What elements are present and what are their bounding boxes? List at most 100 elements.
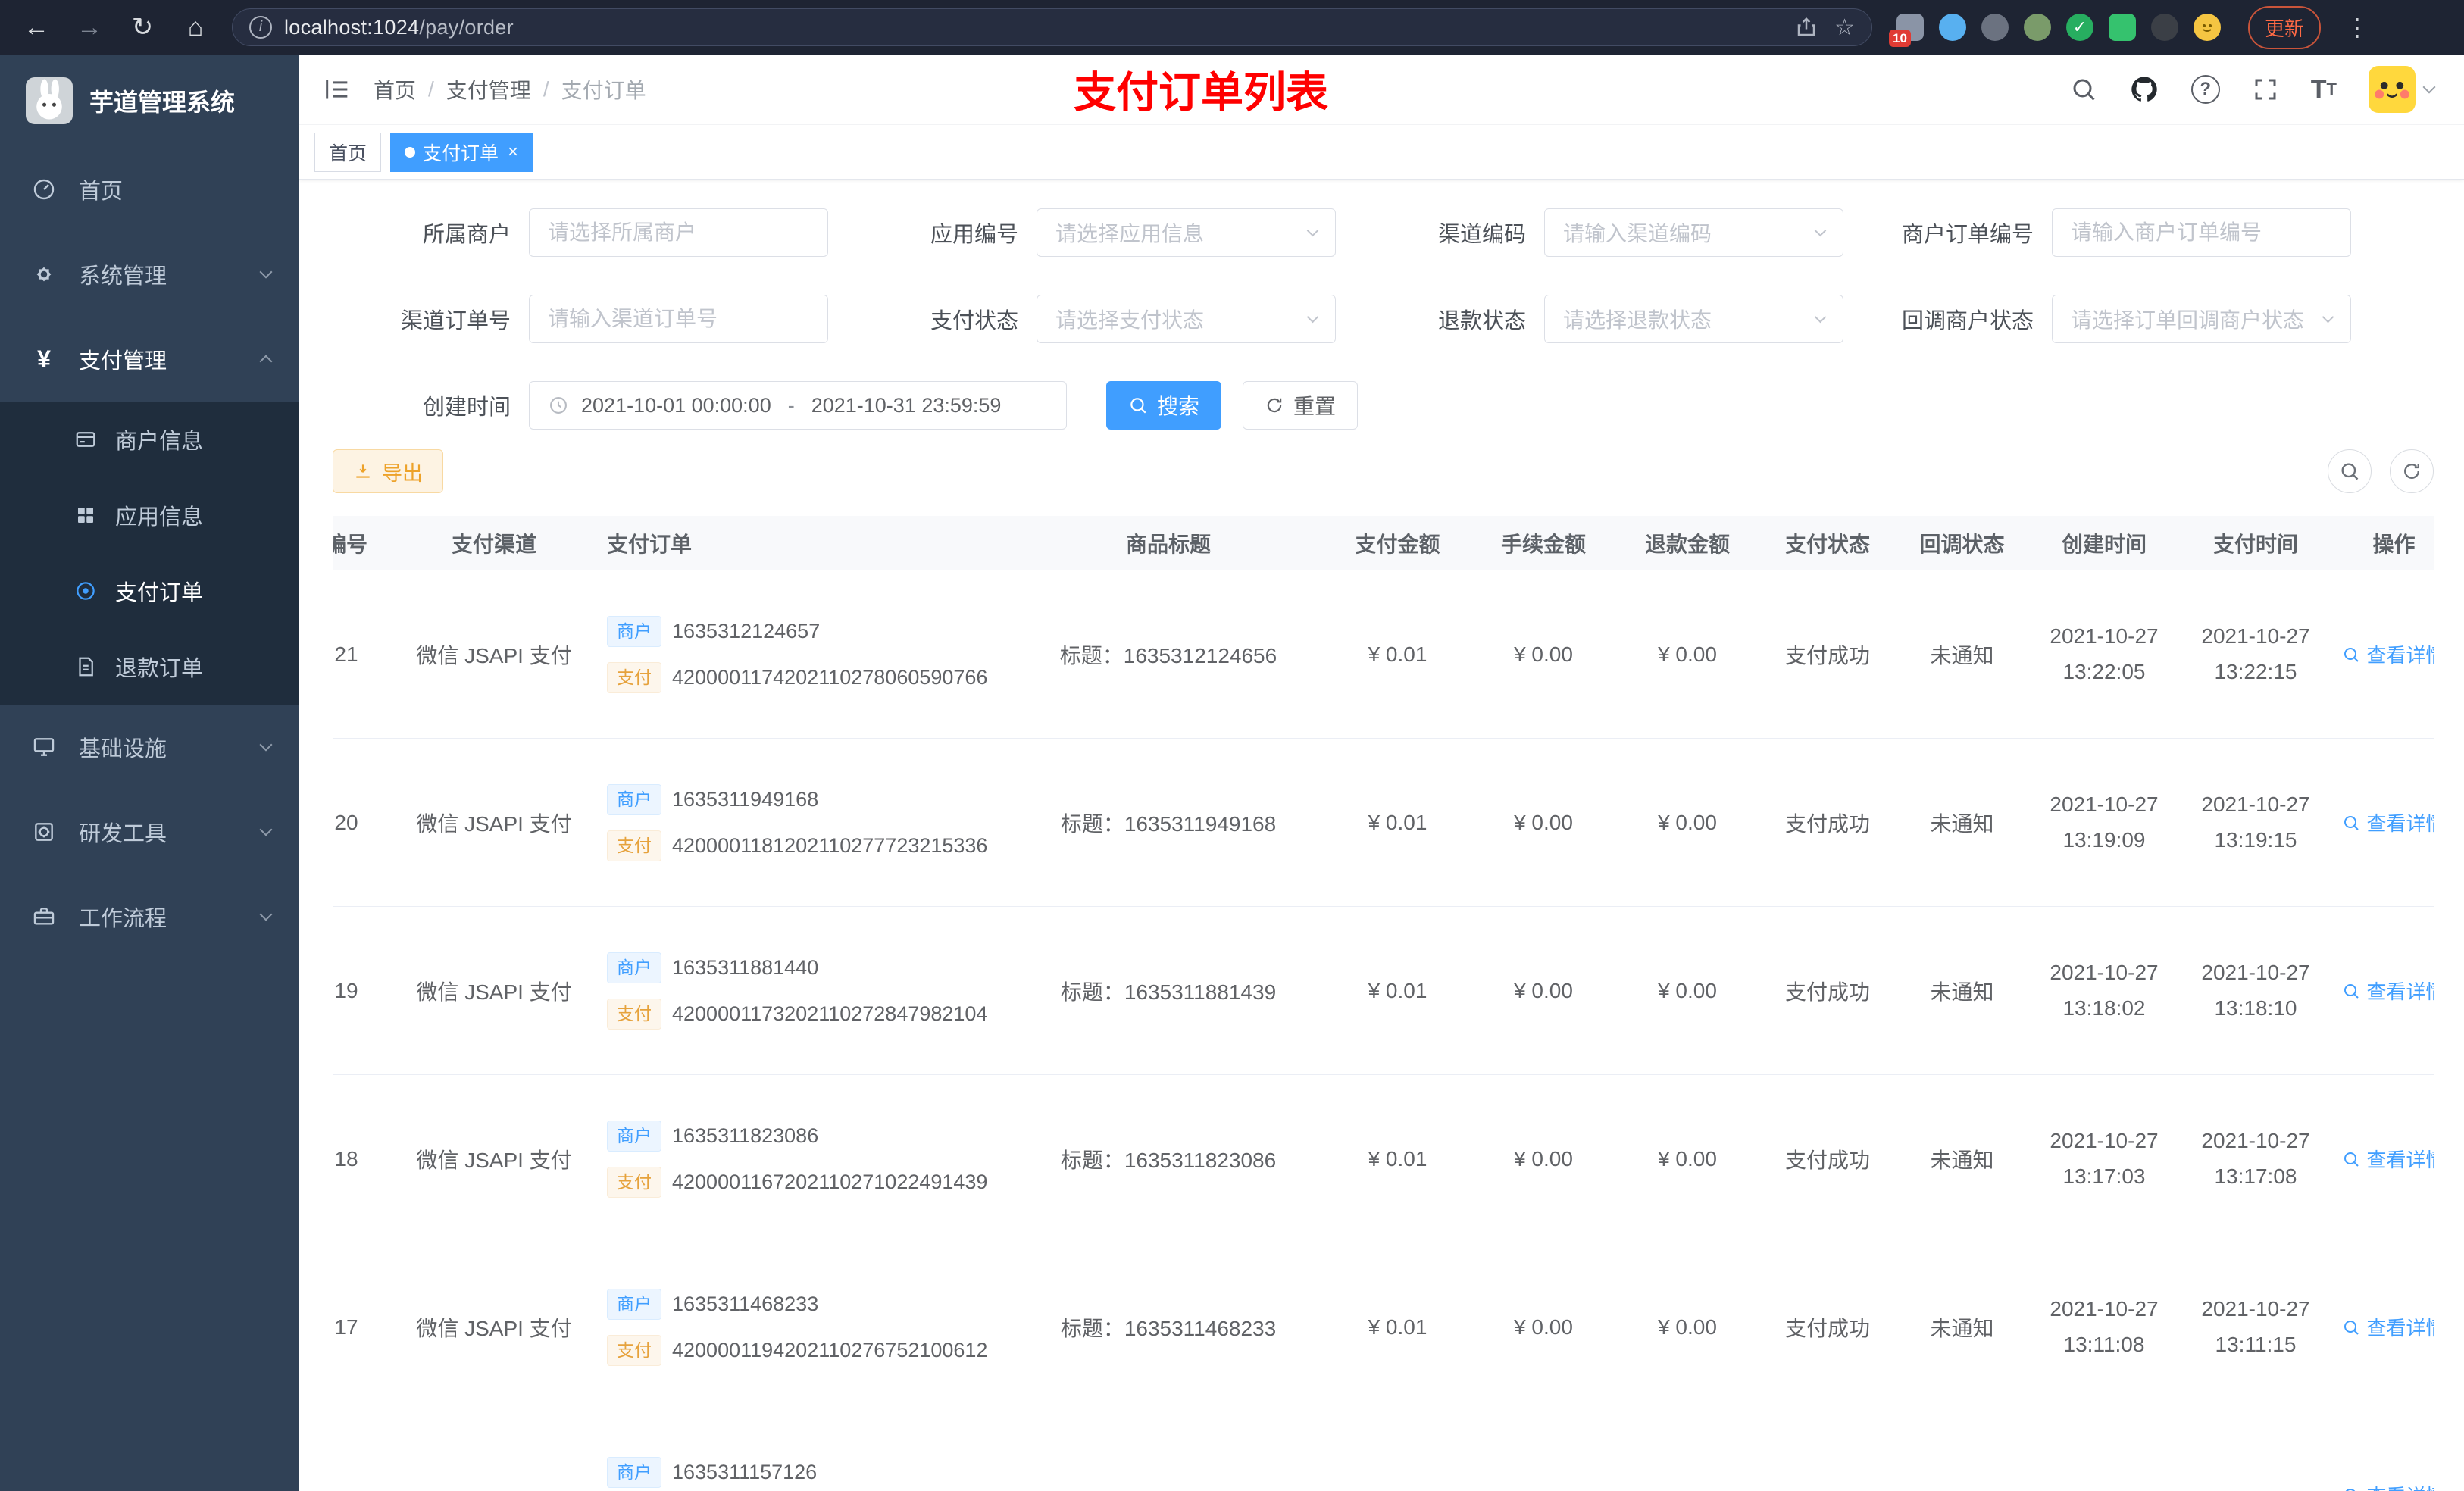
cell-status: 支付成功 bbox=[1784, 1316, 1870, 1340]
reset-button[interactable]: 重置 bbox=[1243, 381, 1359, 430]
extension-check-icon[interactable]: ✓ bbox=[2066, 14, 2093, 41]
merchant-input[interactable] bbox=[548, 220, 809, 245]
channel-order-no-input-wrap[interactable] bbox=[529, 295, 828, 343]
filter-field-channel-order-no: 渠道订单号 bbox=[333, 295, 828, 343]
sidebar-item-infra[interactable]: 基础设施 bbox=[0, 705, 299, 789]
merchant-order-no-input[interactable] bbox=[2071, 220, 2332, 245]
extension-icon[interactable] bbox=[1939, 14, 1966, 41]
sidebar-item-refund-order[interactable]: 退款订单 bbox=[0, 629, 299, 705]
cell-pay-order: 商户 1635311823086 支付 42000011672021102710… bbox=[589, 1075, 1013, 1242]
gear-icon bbox=[29, 262, 59, 286]
active-tab-dot bbox=[405, 146, 416, 158]
tab-home[interactable]: 首页 bbox=[314, 132, 382, 172]
table-row: 21 微信 JSAPI 支付 商户 1635312124657 支付 42000… bbox=[333, 570, 2434, 739]
cell-create-time: 2021-10-27 13:18:02 bbox=[2050, 961, 2159, 1020]
view-detail-link[interactable]: 查看详情 bbox=[2342, 1145, 2434, 1173]
cell-pay-order: 商户 1635311881440 支付 42000011732021102728… bbox=[589, 907, 1013, 1074]
view-detail-link[interactable]: 查看详情 bbox=[2342, 808, 2434, 836]
filter-field-refund-status: 退款状态 请选择退款状态 bbox=[1348, 295, 1843, 343]
search-button[interactable]: 搜索 bbox=[1106, 381, 1222, 430]
cell-amount bbox=[1324, 1411, 1471, 1491]
view-detail-link[interactable]: 查看详情 bbox=[2342, 977, 2434, 1005]
pay-status-select[interactable]: 请选择支付状态 bbox=[1037, 295, 1336, 343]
cell-id: 18 bbox=[334, 1146, 358, 1171]
channel-order-no-input[interactable] bbox=[548, 307, 809, 331]
share-icon[interactable] bbox=[1795, 16, 1818, 39]
search-icon[interactable] bbox=[2070, 76, 2097, 103]
pay-tag: 支付 bbox=[607, 830, 661, 861]
fullscreen-icon[interactable] bbox=[2252, 76, 2279, 103]
cell-notify bbox=[1896, 1411, 2028, 1491]
chevron-down-icon bbox=[259, 823, 273, 836]
extension-pin-icon[interactable] bbox=[2151, 14, 2178, 41]
extension-icon[interactable] bbox=[2024, 14, 2051, 41]
app-id-select[interactable]: 请选择应用信息 bbox=[1037, 208, 1336, 257]
cell-pay-time: 2021-10-27 13:22:15 bbox=[2201, 624, 2310, 683]
refund-status-select[interactable]: 请选择退款状态 bbox=[1544, 295, 1843, 343]
help-icon[interactable]: ? bbox=[2190, 75, 2220, 104]
sidebar-item-app-info[interactable]: 应用信息 bbox=[0, 477, 299, 553]
cell-amount: ¥ 0.01 bbox=[1368, 1146, 1427, 1171]
merchant-select[interactable] bbox=[529, 208, 828, 257]
browser-menu-icon[interactable]: ⋮ bbox=[2345, 13, 2369, 42]
view-detail-link[interactable]: 查看详情 bbox=[2342, 1313, 2434, 1341]
channel-code-select[interactable]: 请输入渠道编码 bbox=[1544, 208, 1843, 257]
cell-status: 支付成功 bbox=[1784, 643, 1870, 667]
filter-field-create-time: 创建时间 2021-10-01 00:00:00 - 2021-10-31 23… bbox=[333, 381, 1067, 430]
home-button[interactable]: ⌂ bbox=[179, 13, 212, 42]
menu-fold-icon[interactable] bbox=[322, 74, 352, 105]
export-button[interactable]: 导出 bbox=[333, 449, 443, 493]
sidebar-item-merchant-info[interactable]: 商户信息 bbox=[0, 402, 299, 477]
view-detail-link[interactable]: 查看详情 bbox=[2342, 1481, 2434, 1491]
create-time-range-picker[interactable]: 2021-10-01 00:00:00 - 2021-10-31 23:59:5… bbox=[529, 381, 1067, 430]
extension-icon[interactable]: 10 bbox=[1889, 14, 1924, 47]
merchant-order-no: 1635312124657 bbox=[672, 619, 821, 642]
table-row: 20 微信 JSAPI 支付 商户 1635311949168 支付 42000… bbox=[333, 739, 2434, 907]
github-icon[interactable] bbox=[2129, 74, 2159, 105]
notify-status-select[interactable]: 请选择订单回调商户状态 bbox=[2052, 295, 2351, 343]
address-bar[interactable]: i localhost:1024/pay/order ☆ bbox=[232, 8, 1872, 46]
view-detail-link[interactable]: 查看详情 bbox=[2342, 640, 2434, 668]
cell-action: 查看详情 bbox=[2331, 1411, 2434, 1491]
refresh-button[interactable] bbox=[2390, 449, 2434, 493]
extension-chat-icon[interactable] bbox=[2109, 14, 2136, 41]
sidebar-item-system[interactable]: 系统管理 bbox=[0, 232, 299, 317]
page-content: 所属商户 应用编号 请选择应用信息 渠道编码 bbox=[299, 180, 2464, 1491]
briefcase-icon bbox=[29, 905, 59, 929]
close-icon[interactable]: × bbox=[508, 142, 518, 161]
logo-image bbox=[26, 77, 73, 124]
sidebar-item-pay-order[interactable]: 支付订单 bbox=[0, 553, 299, 629]
cell-refund: ¥ 0.00 bbox=[1658, 810, 1717, 834]
pay-submenu: 商户信息 应用信息 支付订单 退款订单 bbox=[0, 402, 299, 705]
cell-notify: 未通知 bbox=[1930, 1148, 1994, 1172]
cell-amount: ¥ 0.01 bbox=[1368, 810, 1427, 834]
merchant-order-no-input-wrap[interactable] bbox=[2052, 208, 2351, 257]
extension-icon[interactable] bbox=[1981, 14, 2009, 41]
sidebar-item-dev-tools[interactable]: 研发工具 bbox=[0, 789, 299, 874]
sidebar-item-pay[interactable]: ¥ 支付管理 bbox=[0, 317, 299, 402]
bookmark-star-icon[interactable]: ☆ bbox=[1834, 14, 1855, 41]
merchant-order-no: 1635311468233 bbox=[672, 1292, 819, 1315]
sidebar-item-home[interactable]: 首页 bbox=[0, 147, 299, 232]
document-icon bbox=[74, 655, 97, 678]
font-size-icon[interactable]: TT bbox=[2311, 75, 2337, 105]
merchant-tag: 商户 bbox=[607, 1120, 661, 1152]
cell-status bbox=[1759, 1411, 1896, 1491]
forward-button[interactable]: → bbox=[73, 13, 106, 42]
reload-button[interactable]: ↻ bbox=[126, 12, 159, 42]
monitor-icon bbox=[29, 735, 59, 759]
user-menu[interactable] bbox=[2369, 66, 2436, 113]
table-row: 商户 1635311157126 支付 bbox=[333, 1411, 2434, 1491]
sidebar-item-workflow[interactable]: 工作流程 bbox=[0, 874, 299, 959]
merchant-tag: 商户 bbox=[607, 1288, 661, 1320]
pay-tag: 支付 bbox=[607, 1166, 661, 1198]
site-info-icon[interactable]: i bbox=[249, 16, 272, 39]
cell-id: 20 bbox=[334, 810, 358, 834]
cell-pay-time: 2021-10-27 13:17:08 bbox=[2201, 1129, 2310, 1188]
extension-face-icon[interactable] bbox=[2194, 14, 2221, 41]
chevron-down-icon bbox=[259, 265, 273, 279]
update-button[interactable]: 更新 bbox=[2248, 5, 2322, 49]
toggle-search-button[interactable] bbox=[2328, 449, 2372, 493]
back-button[interactable]: ← bbox=[20, 13, 53, 42]
tab-pay-order[interactable]: 支付订单 × bbox=[390, 132, 533, 172]
